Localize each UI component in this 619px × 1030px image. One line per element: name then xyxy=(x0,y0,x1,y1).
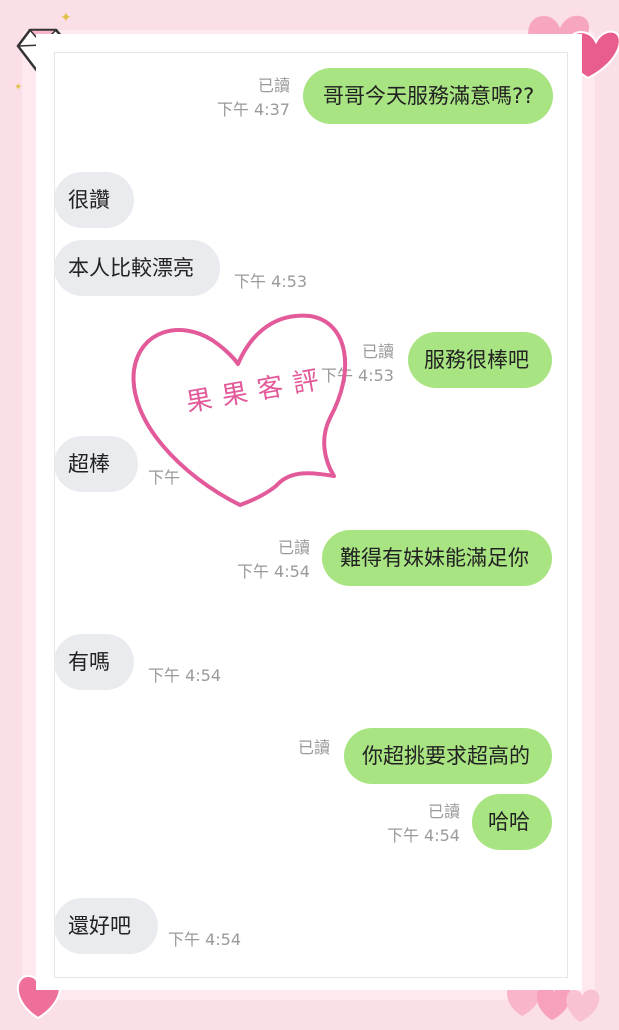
message-time: 下午 4:54 xyxy=(386,826,460,845)
message-time: 下午 4:37 xyxy=(216,100,290,119)
read-receipt: 已讀 xyxy=(297,738,330,757)
message-text: 本人比較漂亮 xyxy=(68,256,194,280)
outgoing-message[interactable]: 服務很棒吧 xyxy=(408,332,552,388)
message-time: 下午 4:54 xyxy=(236,562,310,581)
message-time: 下午 4:54 xyxy=(168,930,242,949)
message-text: 很讚 xyxy=(68,188,110,212)
read-receipt: 已讀 xyxy=(427,802,460,821)
message-text: 服務很棒吧 xyxy=(424,348,529,372)
page-frame: ✦ ✦ ✦ ✦ 已讀 下午 4:37 哥哥今天服務滿意嗎?? 很讚 本人比較漂亮… xyxy=(0,0,619,1030)
incoming-message[interactable]: 還好吧 xyxy=(54,898,158,954)
message-text: 還好吧 xyxy=(68,914,131,938)
read-receipt: 已讀 xyxy=(257,76,290,95)
outgoing-message[interactable]: 哈哈 xyxy=(472,794,552,850)
svg-text:✦: ✦ xyxy=(60,10,72,26)
message-text: 有嗎 xyxy=(68,650,110,674)
message-text: 哈哈 xyxy=(488,810,530,834)
message-text: 哥哥今天服務滿意嗎?? xyxy=(323,84,535,108)
read-receipt: 已讀 xyxy=(277,538,310,557)
outgoing-message[interactable]: 哥哥今天服務滿意嗎?? xyxy=(303,68,553,124)
svg-text:✦: ✦ xyxy=(14,82,22,93)
message-text: 難得有妹妹能滿足你 xyxy=(340,546,529,570)
message-time: 下午 4:53 xyxy=(234,272,308,291)
message-text: 超棒 xyxy=(68,452,110,476)
incoming-message[interactable]: 本人比較漂亮 xyxy=(54,240,220,296)
message-time: 下午 4:54 xyxy=(148,666,222,685)
message-text: 你超挑要求超高的 xyxy=(362,744,530,768)
outgoing-message[interactable]: 難得有妹妹能滿足你 xyxy=(322,530,552,586)
outgoing-message[interactable]: 你超挑要求超高的 xyxy=(344,728,552,784)
incoming-message[interactable]: 有嗎 xyxy=(54,634,134,690)
incoming-message[interactable]: 很讚 xyxy=(54,172,134,228)
